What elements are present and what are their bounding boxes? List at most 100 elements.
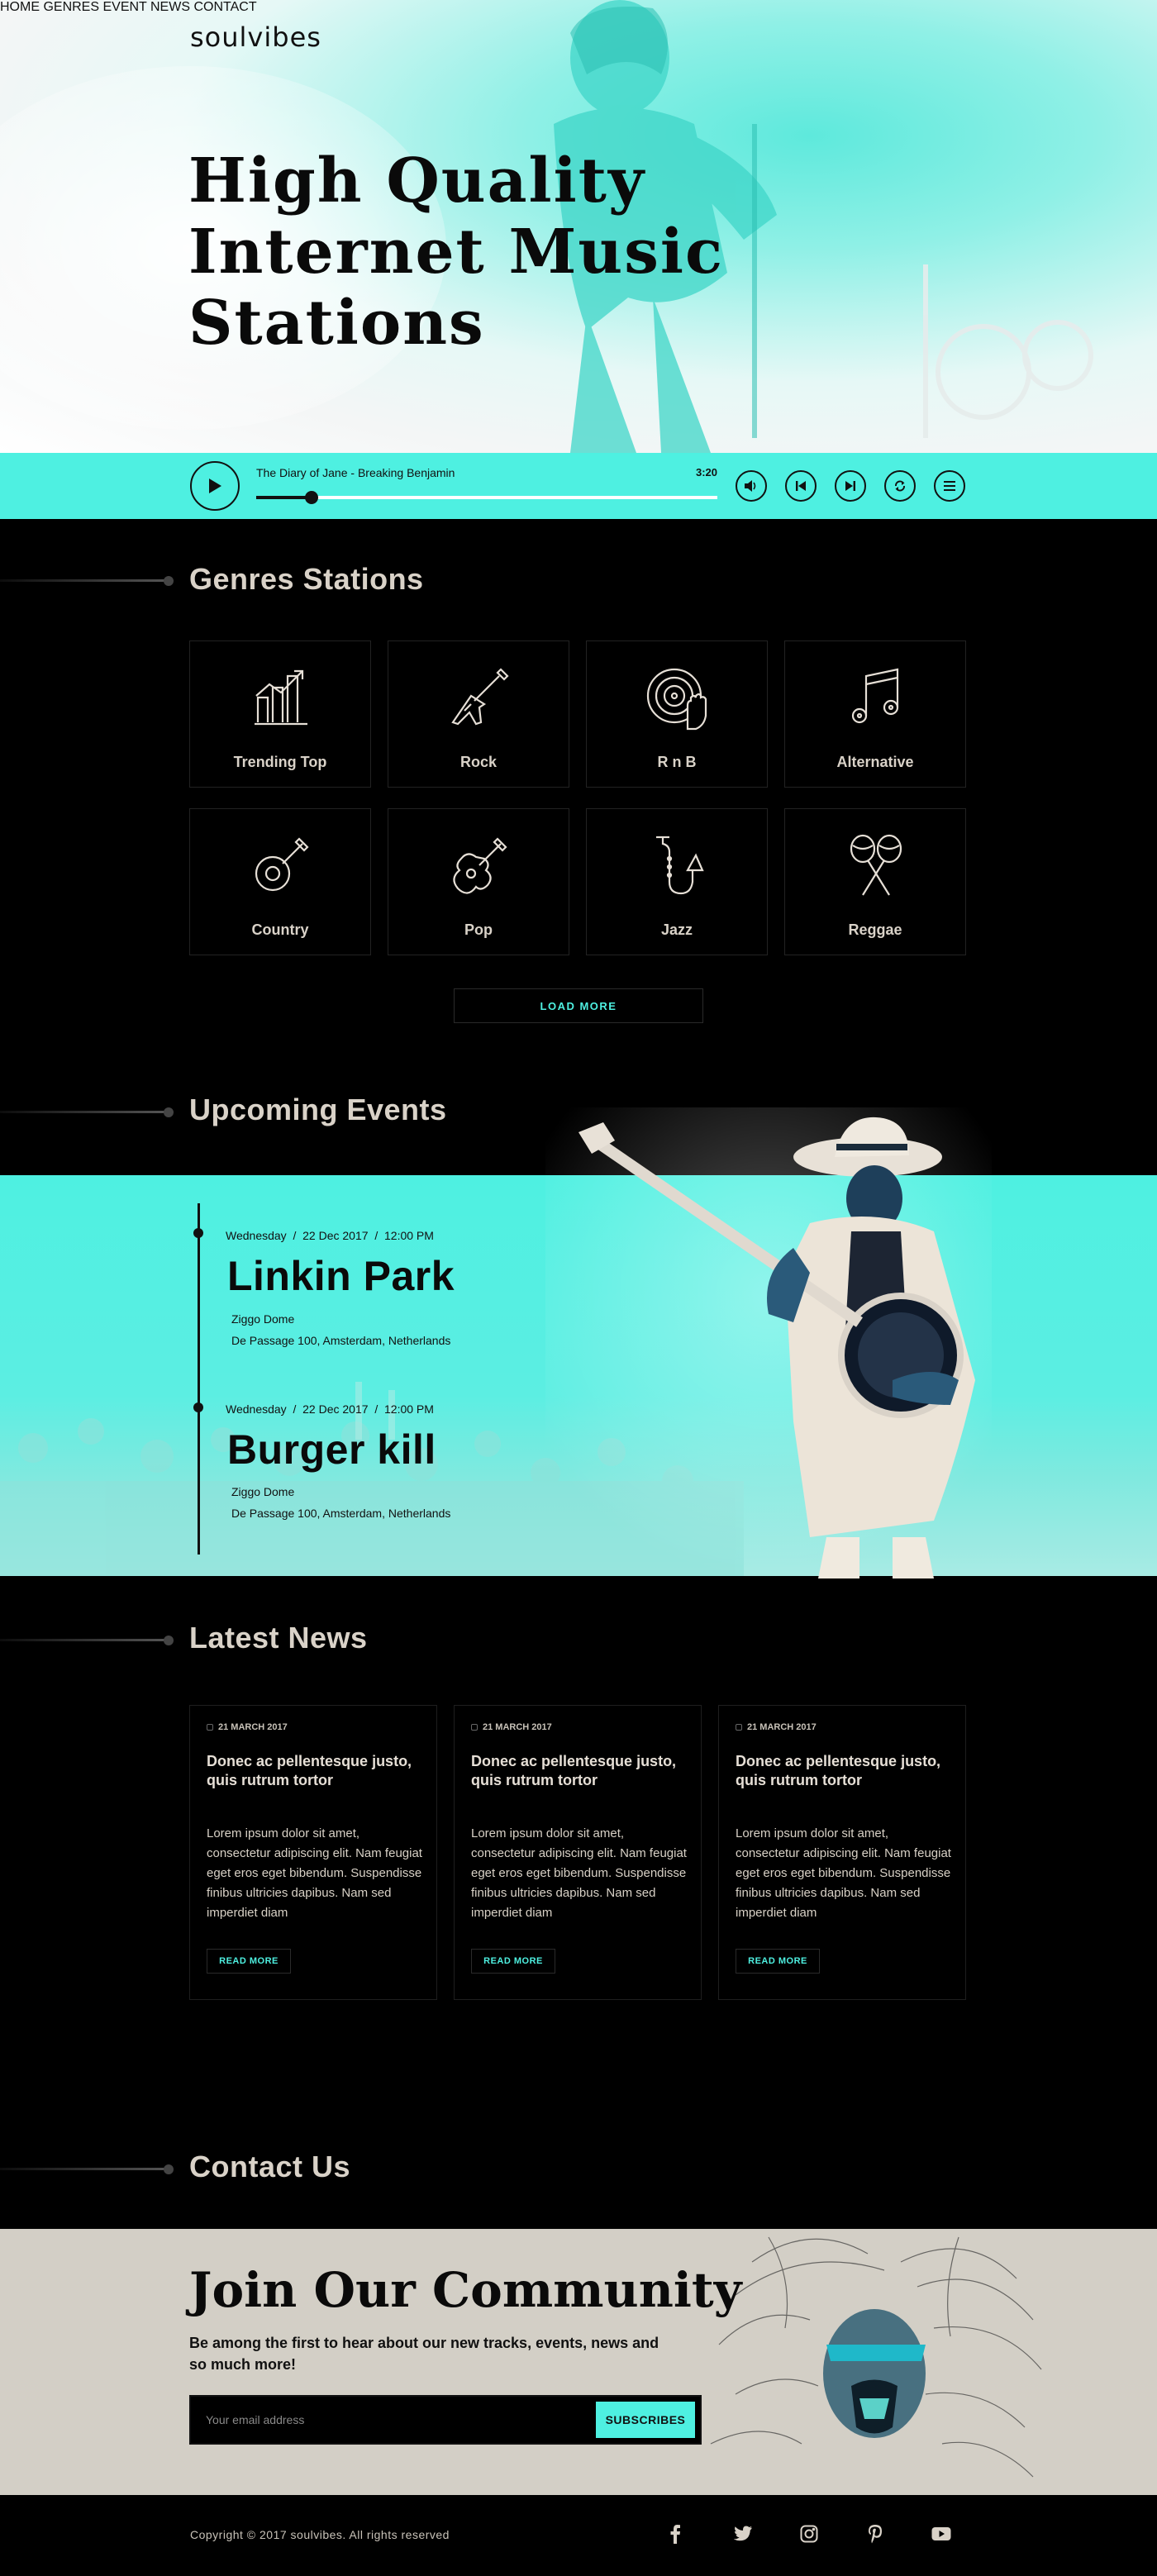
news-card: 21 MARCH 2017 Donec ac pellentesque just…: [189, 1705, 437, 2000]
read-more-button[interactable]: READ MORE: [207, 1949, 291, 1974]
event-datetime: Wednesday / 22 Dec 2017 / 12:00 PM: [226, 1402, 434, 1416]
nav-event[interactable]: EVENT: [102, 0, 146, 14]
event-address: De Passage 100, Amsterdam, Netherlands: [231, 1334, 451, 1347]
news-headline[interactable]: Donec ac pellentesque justo, quis rutrum…: [471, 1752, 686, 1790]
next-button[interactable]: [835, 470, 866, 502]
vinyl-hand-icon: [646, 668, 707, 731]
nav-news[interactable]: NEWS: [150, 0, 190, 14]
section-divider-line: [0, 1111, 169, 1113]
track-progress-bar[interactable]: [256, 491, 717, 504]
subscribe-form: SUBSCRIBES: [189, 2395, 702, 2445]
subscribe-button[interactable]: SUBSCRIBES: [596, 2402, 695, 2438]
news-excerpt: Lorem ipsum dolor sit amet, consectetur …: [736, 1826, 951, 1920]
screaming-singer-image: [710, 2236, 1042, 2478]
event-name[interactable]: Linkin Park: [227, 1252, 455, 1300]
playlist-button[interactable]: [934, 470, 965, 502]
news-headline[interactable]: Donec ac pellentesque justo, quis rutrum…: [207, 1752, 421, 1790]
genre-card-rock[interactable]: Rock: [388, 640, 569, 788]
event-venue: Ziggo Dome: [231, 1312, 295, 1326]
community-section: Join Our Community Be among the first to…: [0, 2229, 1157, 2495]
playlist-icon: [944, 481, 955, 491]
event-name[interactable]: Burger kill: [227, 1426, 436, 1474]
facebook-link[interactable]: [663, 2521, 688, 2546]
section-divider-dot: [164, 576, 174, 586]
genre-label: R n B: [657, 754, 697, 770]
news-card: 21 MARCH 2017 Donec ac pellentesque just…: [454, 1705, 702, 2000]
repeat-button[interactable]: [884, 470, 916, 502]
twitter-icon: [733, 2526, 752, 2541]
hero-title-line: Stations: [188, 288, 485, 359]
instagram-icon: [800, 2525, 818, 2543]
nav-home[interactable]: HOME: [0, 0, 40, 14]
event-day: Wednesday: [226, 1229, 287, 1242]
calendar-icon: [471, 1724, 478, 1731]
banjo-player-image: [545, 1107, 992, 1578]
volume-button[interactable]: [736, 470, 767, 502]
copyright-text: Copyright © 2017 soulvibes. All rights r…: [190, 2528, 450, 2541]
instagram-link[interactable]: [797, 2521, 821, 2546]
track-progress-fill: [256, 496, 312, 499]
section-divider-dot: [164, 2164, 174, 2174]
event-address: De Passage 100, Amsterdam, Netherlands: [231, 1507, 451, 1520]
news-date: 21 MARCH 2017: [207, 1722, 288, 1732]
pinterest-link[interactable]: [863, 2521, 888, 2546]
genre-label: Pop: [464, 921, 493, 938]
repeat-icon: [895, 480, 905, 492]
previous-icon: [796, 481, 806, 491]
music-note-icon: [851, 668, 899, 724]
event-date: 22 Dec 2017: [302, 1402, 369, 1416]
genre-label: Rock: [459, 754, 497, 770]
news-excerpt: Lorem ipsum dolor sit amet, consectetur …: [207, 1826, 422, 1920]
news-headline[interactable]: Donec ac pellentesque justo, quis rutrum…: [736, 1752, 950, 1790]
twitter-link[interactable]: [731, 2521, 755, 2546]
genre-label: Alternative: [836, 754, 914, 770]
timeline-dot: [193, 1402, 203, 1412]
electric-guitar-icon: [451, 668, 509, 726]
genre-card-rnb[interactable]: R n B: [586, 640, 768, 788]
community-subtitle: Be among the first to hear about our new…: [189, 2335, 659, 2373]
genres-title: Genres Stations: [189, 562, 424, 596]
event-time: 12:00 PM: [384, 1229, 434, 1242]
email-input[interactable]: [206, 2397, 569, 2443]
genre-card-alternative[interactable]: Alternative: [784, 640, 966, 788]
news-date: 21 MARCH 2017: [736, 1722, 817, 1732]
genre-card-trending-top[interactable]: Trending Top: [189, 640, 371, 788]
load-more-button[interactable]: LOAD MORE: [454, 988, 703, 1023]
track-duration: 3:20: [696, 466, 718, 479]
genre-card-pop[interactable]: Pop: [388, 808, 569, 955]
youtube-link[interactable]: [929, 2521, 954, 2546]
events-title: Upcoming Events: [189, 1093, 447, 1126]
track-title: The Diary of Jane - Breaking Benjamin: [256, 466, 455, 479]
hero-drums-image: [923, 264, 1093, 438]
news-date: 21 MARCH 2017: [471, 1722, 552, 1732]
genre-label: Reggae: [848, 921, 902, 938]
hero-title: High Quality Internet Music Stations: [188, 145, 767, 359]
genre-card-country[interactable]: Country: [189, 808, 371, 955]
read-more-button[interactable]: READ MORE: [736, 1949, 820, 1974]
section-divider-line: [0, 2168, 169, 2170]
play-button[interactable]: [190, 461, 240, 511]
event-location: Ziggo Dome De Passage 100, Amsterdam, Ne…: [231, 1481, 450, 1524]
genre-card-jazz[interactable]: Jazz: [586, 808, 768, 955]
section-divider-line: [0, 1639, 169, 1641]
previous-button[interactable]: [785, 470, 817, 502]
read-more-button[interactable]: READ MORE: [471, 1949, 555, 1974]
section-divider-dot: [164, 1636, 174, 1645]
news-card: 21 MARCH 2017 Donec ac pellentesque just…: [718, 1705, 966, 2000]
news-title: Latest News: [189, 1621, 368, 1655]
news-date-text: 21 MARCH 2017: [483, 1722, 552, 1732]
events-timeline: [198, 1203, 200, 1555]
timeline-dot: [193, 1228, 203, 1238]
banjo-icon: [255, 837, 309, 892]
event-location: Ziggo Dome De Passage 100, Amsterdam, Ne…: [231, 1308, 450, 1351]
nav-genres[interactable]: GENRES: [43, 0, 99, 14]
news-date-text: 21 MARCH 2017: [218, 1722, 288, 1732]
genre-card-reggae[interactable]: Reggae: [784, 808, 966, 955]
event-day: Wednesday: [226, 1402, 287, 1416]
brand-logo[interactable]: soulvibes: [190, 21, 321, 53]
volume-icon: [745, 480, 756, 492]
track-progress-handle[interactable]: [304, 491, 318, 504]
genre-label: Jazz: [660, 921, 693, 938]
saxophone-icon: [656, 836, 704, 895]
nav-contact[interactable]: CONTACT: [193, 0, 256, 14]
